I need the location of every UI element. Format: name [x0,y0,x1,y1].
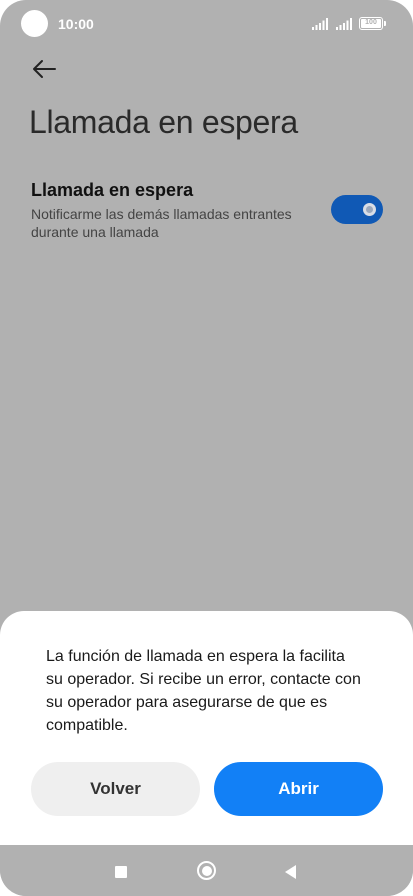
setting-title: Llamada en espera [31,180,194,200]
front-camera [21,10,48,37]
setting-call-waiting[interactable]: Llamada en espera Notificarme las demás … [31,178,383,244]
setting-description: Notificarme las demás llamadas entrantes… [31,206,292,240]
arrow-left-icon [33,60,56,78]
signal-icon [336,18,352,30]
battery-tip [384,21,386,26]
battery-level: 100 [361,19,381,28]
status-bar: 10:00 100 [0,0,413,48]
back-dialog-button[interactable]: Volver [31,762,200,816]
back-button[interactable] [28,54,60,84]
dialog-message: La función de llamada en espera la facil… [46,648,361,734]
circle-icon[interactable] [197,861,216,880]
signal-icon [312,18,328,30]
square-icon[interactable] [115,866,127,878]
page-title: Llamada en espera [29,104,298,140]
triangle-left-icon[interactable] [285,865,296,879]
confirmation-dialog: La función de llamada en espera la facil… [0,611,413,845]
phone-screen: 10:00 100 Llamada en espera Llamada en e… [0,0,413,896]
navigation-bar [0,845,413,896]
call-waiting-toggle[interactable] [331,195,383,224]
toggle-knob [363,203,376,216]
status-time: 10:00 [58,16,94,32]
battery-icon: 100 [359,17,383,30]
open-button[interactable]: Abrir [214,762,383,816]
